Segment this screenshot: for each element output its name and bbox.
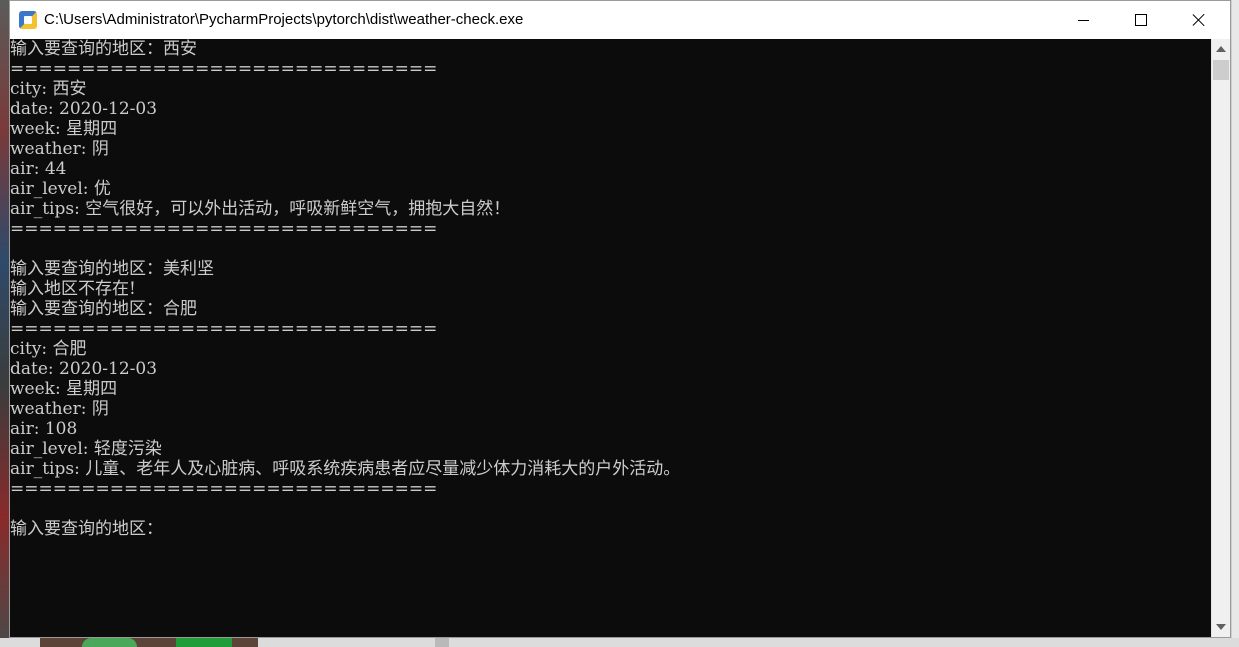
desktop-tile <box>435 638 449 647</box>
console-line: 输入要查询的地区： <box>10 519 163 539</box>
console-line: week: 星期四 <box>10 119 118 139</box>
console-line: date: 2020-12-03 <box>10 359 158 379</box>
scroll-down-arrow-icon[interactable] <box>1216 624 1226 630</box>
title-bar[interactable]: C:\Users\Administrator\PycharmProjects\p… <box>10 1 1230 39</box>
desktop-background-left <box>0 0 9 647</box>
console-line: city: 西安 <box>10 79 87 99</box>
console-line: air_tips: 儿童、老年人及心脏病、呼吸系统疾病患者应尽量减少体力消耗大的… <box>10 459 681 479</box>
console-line: ============================== <box>10 319 438 339</box>
console-output[interactable]: 输入要查询的地区：西安 =============================… <box>10 39 1210 637</box>
console-line: air_level: 优 <box>10 179 111 199</box>
python-exe-icon[interactable] <box>19 11 37 29</box>
console-window[interactable]: C:\Users\Administrator\PycharmProjects\p… <box>9 0 1231 638</box>
scrollbar-thumb[interactable] <box>1213 60 1229 80</box>
minimize-icon <box>1077 19 1089 21</box>
vertical-scrollbar[interactable] <box>1211 39 1230 637</box>
console-line: week: 星期四 <box>10 379 118 399</box>
close-icon <box>1192 13 1206 27</box>
console-line: 输入地区不存在! <box>10 279 136 299</box>
console-line: ============================== <box>10 219 438 239</box>
console-text: 输入要查询的地区：西安 =============================… <box>10 39 680 539</box>
console-line: air: 44 <box>10 159 67 179</box>
console-line: air_tips: 空气很好，可以外出活动，呼吸新鲜空气，拥抱大自然！ <box>10 199 511 219</box>
console-line: air_level: 轻度污染 <box>10 439 162 459</box>
window-title: C:\Users\Administrator\PycharmProjects\p… <box>44 11 524 28</box>
console-line: weather: 阴 <box>10 399 109 419</box>
maximize-icon <box>1135 14 1147 26</box>
console-line: weather: 阴 <box>10 139 109 159</box>
desktop-tile <box>82 638 137 647</box>
desktop-background-bottom <box>0 638 1239 647</box>
console-line: city: 合肥 <box>10 339 87 359</box>
console-line: 输入要查询的地区：美利坚 <box>10 259 214 279</box>
desktop-background-right <box>1231 0 1239 647</box>
scroll-up-arrow-icon[interactable] <box>1216 46 1226 52</box>
console-line: ============================== <box>10 479 438 499</box>
desktop-tile <box>176 638 232 647</box>
console-line: ============================== <box>10 59 438 79</box>
maximize-button[interactable] <box>1112 1 1170 39</box>
console-line: date: 2020-12-03 <box>10 99 158 119</box>
minimize-button[interactable] <box>1054 1 1112 39</box>
console-line: air: 108 <box>10 419 78 439</box>
close-button[interactable] <box>1170 1 1228 39</box>
console-line: 输入要查询的地区：合肥 <box>10 299 197 319</box>
console-line: 输入要查询的地区：西安 <box>10 39 197 59</box>
